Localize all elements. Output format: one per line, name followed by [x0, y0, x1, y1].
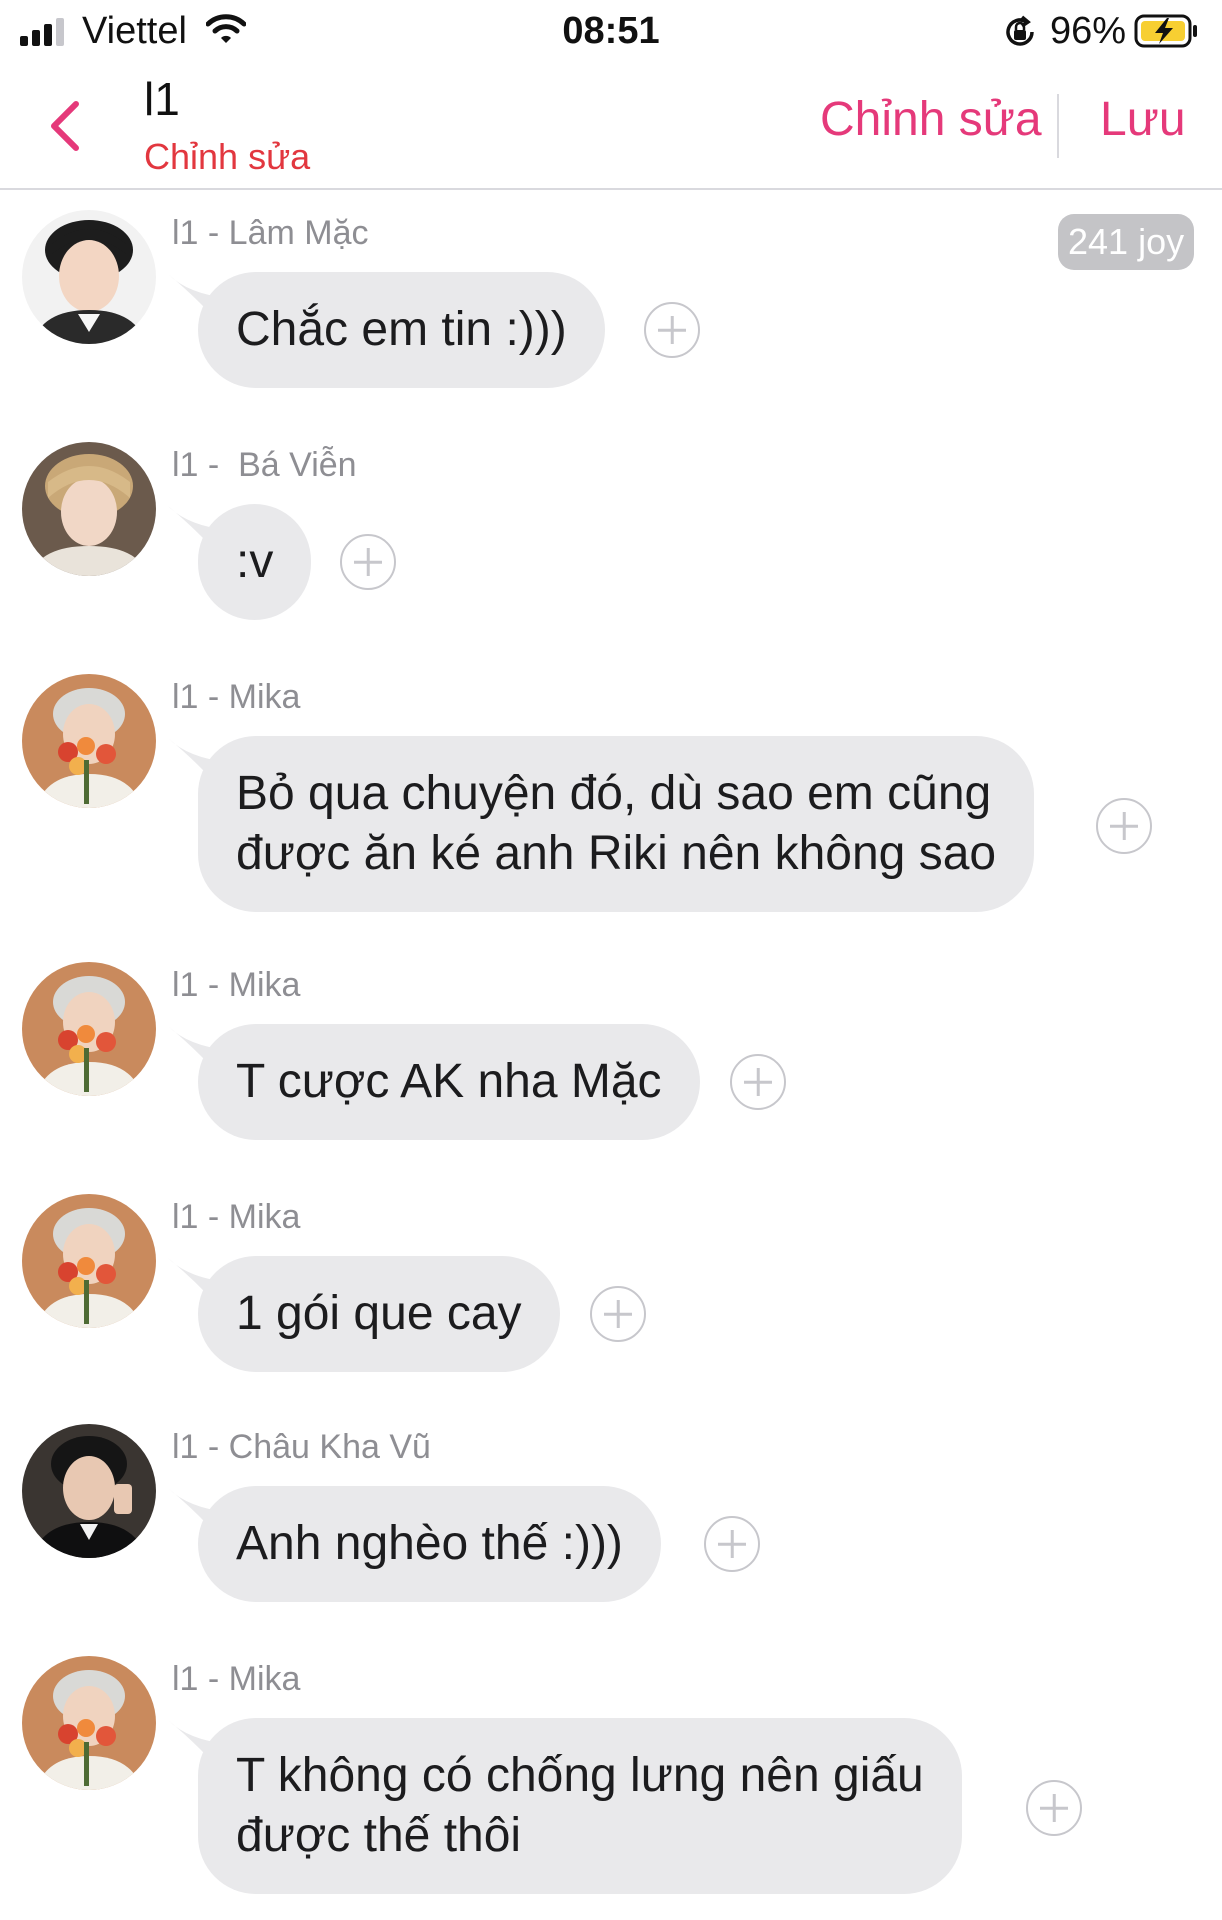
message-text: được ăn ké anh Riki nên không sao: [236, 827, 997, 880]
avatar[interactable]: [22, 1656, 156, 1790]
message-bubble[interactable]: :v: [198, 504, 312, 620]
battery-percent: 96%: [1050, 10, 1127, 52]
message-text: Chắc em tin :))): [236, 303, 567, 356]
message-text: Bỏ qua chuyện đó, dù sao em cũng: [236, 767, 992, 820]
message-bubble[interactable]: Chắc em tin :))): [198, 272, 605, 388]
sender-name: l1 - Bá Viễn: [172, 446, 357, 484]
avatar[interactable]: [22, 962, 156, 1096]
orientation-lock-icon: [1006, 15, 1034, 46]
message-bubble[interactable]: Bỏ qua chuyện đó, dù sao em cũng được ăn…: [198, 736, 1035, 912]
save-button[interactable]: Lưu: [1100, 92, 1186, 147]
message-bubble[interactable]: T không có chống lưng nên giấu được thế …: [198, 1718, 962, 1894]
add-reaction-button[interactable]: [590, 1286, 646, 1342]
message-text: :v: [236, 535, 274, 588]
message-text: T không có chống lưng nên giấu: [236, 1749, 924, 1802]
battery-charging-icon: [1134, 14, 1197, 48]
message-text: T cược AK nha Mặc: [236, 1055, 662, 1108]
sender-name: l1 - Mika: [172, 966, 301, 1004]
status-time: 08:51: [562, 10, 660, 52]
edit-button[interactable]: Chỉnh sửa: [820, 92, 1042, 147]
chevron-left-icon[interactable]: [42, 96, 86, 156]
add-reaction-button[interactable]: [1096, 798, 1152, 854]
add-reaction-button[interactable]: [644, 302, 700, 358]
avatar[interactable]: [22, 442, 156, 576]
add-reaction-button[interactable]: [340, 534, 396, 590]
avatar[interactable]: [22, 210, 156, 344]
sender-name: l1 - Mika: [172, 1660, 301, 1698]
message-text: được thế thôi: [236, 1809, 522, 1862]
sender-name: l1 - Lâm Mặc: [172, 214, 369, 252]
message-bubble[interactable]: Anh nghèo thế :))): [198, 1486, 661, 1602]
nav-divider: [1057, 94, 1059, 158]
joy-count-badge: 241 joy: [1058, 214, 1195, 270]
avatar[interactable]: [22, 1194, 156, 1328]
sender-name: l1 - Châu Kha Vũ: [172, 1428, 431, 1466]
navigation-bar: l1 Chỉnh sửa Chỉnh sửa Lưu: [0, 62, 1222, 190]
sender-name: l1 - Mika: [172, 1198, 301, 1236]
message-text: 1 gói que cay: [236, 1287, 522, 1340]
sender-name: l1 - Mika: [172, 678, 301, 716]
message-bubble[interactable]: T cược AK nha Mặc: [198, 1024, 700, 1140]
avatar[interactable]: [22, 1424, 156, 1558]
avatar[interactable]: [22, 674, 156, 808]
message-text: Anh nghèo thế :))): [236, 1517, 623, 1570]
page-subtitle: Chỉnh sửa: [144, 136, 311, 177]
message-bubble[interactable]: 1 gói que cay: [198, 1256, 560, 1372]
add-reaction-button[interactable]: [1026, 1780, 1082, 1836]
add-reaction-button[interactable]: [730, 1054, 786, 1110]
page-title: l1: [144, 73, 180, 125]
status-bar: Viettel 08:51 96%: [0, 0, 1222, 62]
add-reaction-button[interactable]: [704, 1516, 760, 1572]
